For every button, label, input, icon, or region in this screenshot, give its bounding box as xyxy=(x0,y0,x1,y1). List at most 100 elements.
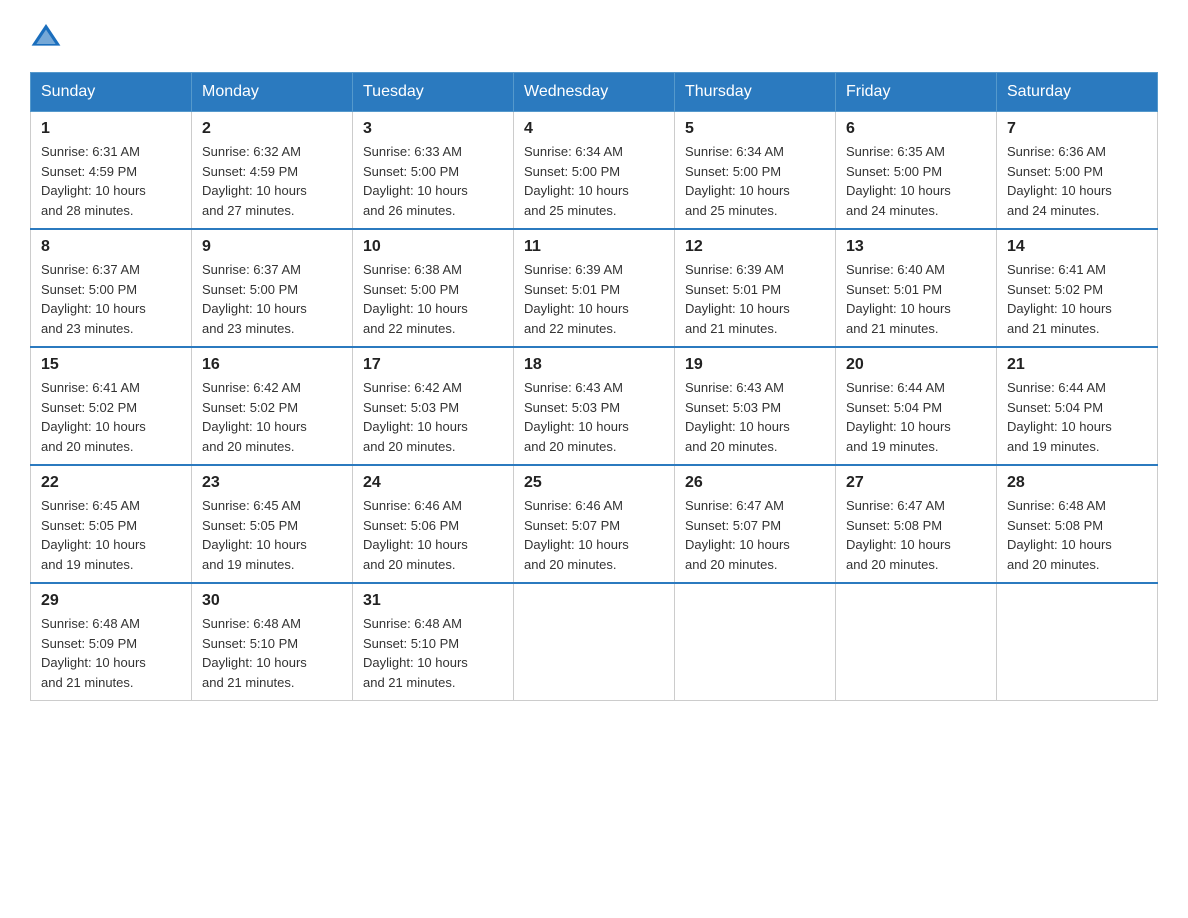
day-info: Sunrise: 6:48 AM Sunset: 5:10 PM Dayligh… xyxy=(202,616,307,690)
logo xyxy=(30,20,68,52)
day-number: 21 xyxy=(1007,356,1147,374)
day-number: 22 xyxy=(41,474,181,492)
calendar-cell: 7 Sunrise: 6:36 AM Sunset: 5:00 PM Dayli… xyxy=(997,112,1158,230)
day-info: Sunrise: 6:42 AM Sunset: 5:02 PM Dayligh… xyxy=(202,380,307,454)
calendar-table: SundayMondayTuesdayWednesdayThursdayFrid… xyxy=(30,72,1158,701)
calendar-cell: 23 Sunrise: 6:45 AM Sunset: 5:05 PM Dayl… xyxy=(192,465,353,583)
calendar-cell xyxy=(836,583,997,701)
day-number: 23 xyxy=(202,474,342,492)
day-number: 24 xyxy=(363,474,503,492)
calendar-cell: 9 Sunrise: 6:37 AM Sunset: 5:00 PM Dayli… xyxy=(192,229,353,347)
day-info: Sunrise: 6:40 AM Sunset: 5:01 PM Dayligh… xyxy=(846,262,951,336)
calendar-cell: 12 Sunrise: 6:39 AM Sunset: 5:01 PM Dayl… xyxy=(675,229,836,347)
day-number: 29 xyxy=(41,592,181,610)
day-number: 14 xyxy=(1007,238,1147,256)
header-day-saturday: Saturday xyxy=(997,73,1158,112)
day-info: Sunrise: 6:44 AM Sunset: 5:04 PM Dayligh… xyxy=(846,380,951,454)
calendar-week-row: 8 Sunrise: 6:37 AM Sunset: 5:00 PM Dayli… xyxy=(31,229,1158,347)
calendar-cell: 31 Sunrise: 6:48 AM Sunset: 5:10 PM Dayl… xyxy=(353,583,514,701)
day-info: Sunrise: 6:47 AM Sunset: 5:07 PM Dayligh… xyxy=(685,498,790,572)
day-info: Sunrise: 6:39 AM Sunset: 5:01 PM Dayligh… xyxy=(524,262,629,336)
header-day-thursday: Thursday xyxy=(675,73,836,112)
page-header xyxy=(30,20,1158,52)
calendar-cell: 24 Sunrise: 6:46 AM Sunset: 5:06 PM Dayl… xyxy=(353,465,514,583)
calendar-week-row: 22 Sunrise: 6:45 AM Sunset: 5:05 PM Dayl… xyxy=(31,465,1158,583)
header-day-wednesday: Wednesday xyxy=(514,73,675,112)
header-day-sunday: Sunday xyxy=(31,73,192,112)
calendar-cell xyxy=(514,583,675,701)
day-info: Sunrise: 6:41 AM Sunset: 5:02 PM Dayligh… xyxy=(41,380,146,454)
calendar-header-row: SundayMondayTuesdayWednesdayThursdayFrid… xyxy=(31,73,1158,112)
calendar-cell: 1 Sunrise: 6:31 AM Sunset: 4:59 PM Dayli… xyxy=(31,112,192,230)
day-number: 7 xyxy=(1007,120,1147,138)
day-info: Sunrise: 6:46 AM Sunset: 5:07 PM Dayligh… xyxy=(524,498,629,572)
day-number: 8 xyxy=(41,238,181,256)
calendar-cell: 5 Sunrise: 6:34 AM Sunset: 5:00 PM Dayli… xyxy=(675,112,836,230)
calendar-cell: 4 Sunrise: 6:34 AM Sunset: 5:00 PM Dayli… xyxy=(514,112,675,230)
day-info: Sunrise: 6:36 AM Sunset: 5:00 PM Dayligh… xyxy=(1007,144,1112,218)
day-number: 17 xyxy=(363,356,503,374)
calendar-cell: 25 Sunrise: 6:46 AM Sunset: 5:07 PM Dayl… xyxy=(514,465,675,583)
day-info: Sunrise: 6:47 AM Sunset: 5:08 PM Dayligh… xyxy=(846,498,951,572)
day-info: Sunrise: 6:33 AM Sunset: 5:00 PM Dayligh… xyxy=(363,144,468,218)
day-info: Sunrise: 6:43 AM Sunset: 5:03 PM Dayligh… xyxy=(685,380,790,454)
day-number: 20 xyxy=(846,356,986,374)
calendar-cell: 26 Sunrise: 6:47 AM Sunset: 5:07 PM Dayl… xyxy=(675,465,836,583)
day-number: 19 xyxy=(685,356,825,374)
day-info: Sunrise: 6:46 AM Sunset: 5:06 PM Dayligh… xyxy=(363,498,468,572)
calendar-cell: 2 Sunrise: 6:32 AM Sunset: 4:59 PM Dayli… xyxy=(192,112,353,230)
calendar-cell: 11 Sunrise: 6:39 AM Sunset: 5:01 PM Dayl… xyxy=(514,229,675,347)
day-info: Sunrise: 6:34 AM Sunset: 5:00 PM Dayligh… xyxy=(524,144,629,218)
day-number: 6 xyxy=(846,120,986,138)
calendar-cell: 3 Sunrise: 6:33 AM Sunset: 5:00 PM Dayli… xyxy=(353,112,514,230)
day-info: Sunrise: 6:34 AM Sunset: 5:00 PM Dayligh… xyxy=(685,144,790,218)
day-number: 27 xyxy=(846,474,986,492)
calendar-cell: 10 Sunrise: 6:38 AM Sunset: 5:00 PM Dayl… xyxy=(353,229,514,347)
header-day-monday: Monday xyxy=(192,73,353,112)
day-number: 31 xyxy=(363,592,503,610)
calendar-week-row: 15 Sunrise: 6:41 AM Sunset: 5:02 PM Dayl… xyxy=(31,347,1158,465)
calendar-cell: 15 Sunrise: 6:41 AM Sunset: 5:02 PM Dayl… xyxy=(31,347,192,465)
calendar-cell: 8 Sunrise: 6:37 AM Sunset: 5:00 PM Dayli… xyxy=(31,229,192,347)
calendar-cell: 28 Sunrise: 6:48 AM Sunset: 5:08 PM Dayl… xyxy=(997,465,1158,583)
day-number: 11 xyxy=(524,238,664,256)
day-number: 13 xyxy=(846,238,986,256)
day-info: Sunrise: 6:37 AM Sunset: 5:00 PM Dayligh… xyxy=(202,262,307,336)
day-number: 3 xyxy=(363,120,503,138)
day-info: Sunrise: 6:41 AM Sunset: 5:02 PM Dayligh… xyxy=(1007,262,1112,336)
day-number: 12 xyxy=(685,238,825,256)
calendar-cell: 21 Sunrise: 6:44 AM Sunset: 5:04 PM Dayl… xyxy=(997,347,1158,465)
calendar-cell: 27 Sunrise: 6:47 AM Sunset: 5:08 PM Dayl… xyxy=(836,465,997,583)
day-number: 9 xyxy=(202,238,342,256)
day-number: 16 xyxy=(202,356,342,374)
calendar-cell: 17 Sunrise: 6:42 AM Sunset: 5:03 PM Dayl… xyxy=(353,347,514,465)
day-info: Sunrise: 6:45 AM Sunset: 5:05 PM Dayligh… xyxy=(41,498,146,572)
calendar-cell: 16 Sunrise: 6:42 AM Sunset: 5:02 PM Dayl… xyxy=(192,347,353,465)
day-info: Sunrise: 6:43 AM Sunset: 5:03 PM Dayligh… xyxy=(524,380,629,454)
day-number: 30 xyxy=(202,592,342,610)
day-number: 10 xyxy=(363,238,503,256)
day-info: Sunrise: 6:31 AM Sunset: 4:59 PM Dayligh… xyxy=(41,144,146,218)
calendar-cell: 13 Sunrise: 6:40 AM Sunset: 5:01 PM Dayl… xyxy=(836,229,997,347)
calendar-cell: 18 Sunrise: 6:43 AM Sunset: 5:03 PM Dayl… xyxy=(514,347,675,465)
header-day-tuesday: Tuesday xyxy=(353,73,514,112)
calendar-cell: 20 Sunrise: 6:44 AM Sunset: 5:04 PM Dayl… xyxy=(836,347,997,465)
calendar-cell: 6 Sunrise: 6:35 AM Sunset: 5:00 PM Dayli… xyxy=(836,112,997,230)
day-info: Sunrise: 6:35 AM Sunset: 5:00 PM Dayligh… xyxy=(846,144,951,218)
calendar-cell: 22 Sunrise: 6:45 AM Sunset: 5:05 PM Dayl… xyxy=(31,465,192,583)
header-day-friday: Friday xyxy=(836,73,997,112)
day-info: Sunrise: 6:48 AM Sunset: 5:09 PM Dayligh… xyxy=(41,616,146,690)
day-number: 28 xyxy=(1007,474,1147,492)
calendar-cell: 14 Sunrise: 6:41 AM Sunset: 5:02 PM Dayl… xyxy=(997,229,1158,347)
calendar-week-row: 29 Sunrise: 6:48 AM Sunset: 5:09 PM Dayl… xyxy=(31,583,1158,701)
calendar-cell: 19 Sunrise: 6:43 AM Sunset: 5:03 PM Dayl… xyxy=(675,347,836,465)
day-number: 2 xyxy=(202,120,342,138)
logo-icon xyxy=(30,20,62,52)
day-number: 1 xyxy=(41,120,181,138)
day-number: 25 xyxy=(524,474,664,492)
day-info: Sunrise: 6:37 AM Sunset: 5:00 PM Dayligh… xyxy=(41,262,146,336)
calendar-week-row: 1 Sunrise: 6:31 AM Sunset: 4:59 PM Dayli… xyxy=(31,112,1158,230)
day-number: 15 xyxy=(41,356,181,374)
calendar-cell: 29 Sunrise: 6:48 AM Sunset: 5:09 PM Dayl… xyxy=(31,583,192,701)
day-info: Sunrise: 6:32 AM Sunset: 4:59 PM Dayligh… xyxy=(202,144,307,218)
